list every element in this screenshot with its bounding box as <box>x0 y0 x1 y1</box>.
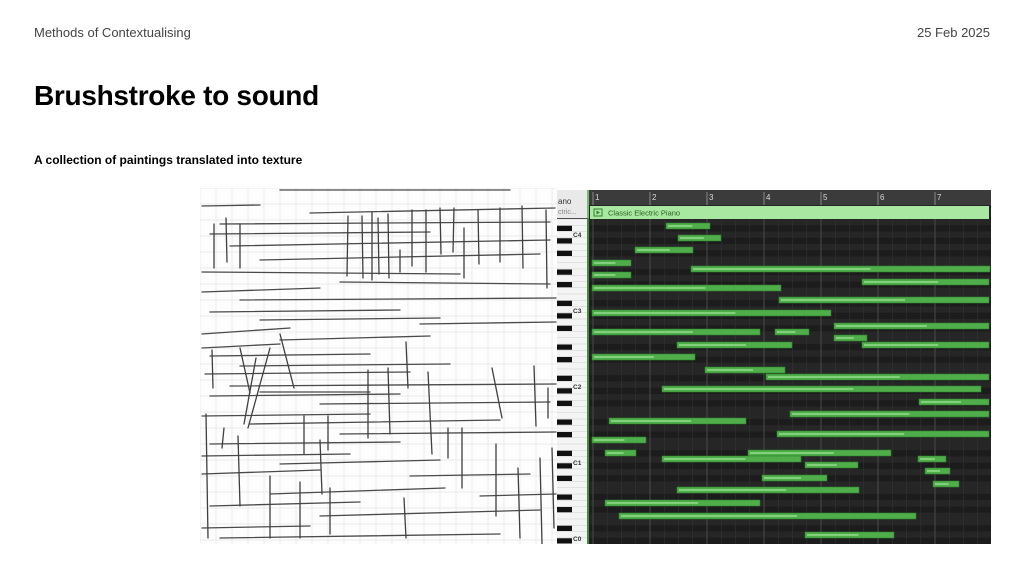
slide-header-date: 25 Feb 2025 <box>916 25 990 40</box>
bar-number-label: 5 <box>823 193 828 202</box>
midi-note[interactable] <box>833 334 868 342</box>
midi-note[interactable] <box>804 461 859 469</box>
midi-note[interactable] <box>677 234 722 242</box>
midi-note[interactable] <box>634 246 694 254</box>
midi-note[interactable] <box>704 366 786 374</box>
black-key[interactable] <box>557 313 572 319</box>
black-key[interactable] <box>557 432 572 438</box>
black-key[interactable] <box>557 388 572 394</box>
bar-number-label: 4 <box>766 193 771 202</box>
slide-title: Brushstroke to sound <box>34 80 319 111</box>
midi-note[interactable] <box>932 480 960 488</box>
midi-note[interactable] <box>776 430 990 438</box>
midi-note[interactable] <box>747 449 892 457</box>
midi-note[interactable] <box>861 341 990 349</box>
midi-note[interactable] <box>789 410 990 418</box>
black-key[interactable] <box>557 463 572 469</box>
midi-note[interactable] <box>918 398 990 406</box>
midi-note[interactable] <box>690 265 991 273</box>
midi-note[interactable] <box>661 385 982 393</box>
midi-note[interactable] <box>861 278 990 286</box>
black-key[interactable] <box>557 507 572 513</box>
bar-number-label: 7 <box>937 193 942 202</box>
black-key[interactable] <box>557 400 572 406</box>
black-key[interactable] <box>557 525 572 531</box>
slide-header-course: Methods of Contextualising <box>34 25 191 40</box>
track-name-label: ano <box>558 197 572 206</box>
octave-label: C4 <box>573 232 582 239</box>
octave-label: C1 <box>573 460 582 467</box>
bar-ruler <box>557 190 991 205</box>
midi-note[interactable] <box>591 284 782 292</box>
brushstroke-painting-image <box>200 188 557 544</box>
midi-note[interactable] <box>604 499 761 507</box>
midi-note[interactable] <box>774 328 810 336</box>
black-key[interactable] <box>557 250 572 256</box>
midi-note[interactable] <box>591 353 696 361</box>
midi-note[interactable] <box>591 436 647 444</box>
midi-note[interactable] <box>618 512 917 520</box>
midi-note[interactable] <box>917 455 947 463</box>
midi-note[interactable] <box>765 373 990 381</box>
octave-label: C3 <box>573 308 582 315</box>
slide-subtitle: A collection of paintings translated int… <box>34 153 303 167</box>
midi-note[interactable] <box>676 486 860 494</box>
region-name-label: Classic Electric Piano <box>608 209 680 218</box>
track-subname-label: ctric... <box>558 209 577 216</box>
black-key[interactable] <box>557 300 572 306</box>
black-key[interactable] <box>557 475 572 481</box>
midi-note[interactable] <box>761 474 828 482</box>
midi-note[interactable] <box>665 222 711 230</box>
midi-note[interactable] <box>608 417 747 425</box>
bar-number-label: 2 <box>652 193 657 202</box>
bar-number-label: 3 <box>709 193 714 202</box>
black-key[interactable] <box>557 344 572 350</box>
black-key[interactable] <box>557 375 572 381</box>
octave-label: C0 <box>573 536 582 543</box>
black-key[interactable] <box>557 282 572 288</box>
midi-note[interactable] <box>591 259 632 267</box>
midi-note[interactable] <box>591 271 632 279</box>
midi-note[interactable] <box>591 309 832 317</box>
bar-number-label: 1 <box>595 193 600 202</box>
black-key[interactable] <box>557 357 572 363</box>
black-key[interactable] <box>557 450 572 456</box>
black-key[interactable] <box>557 269 572 275</box>
black-key[interactable] <box>557 538 572 544</box>
midi-note[interactable] <box>833 322 990 330</box>
midi-note[interactable] <box>924 467 951 475</box>
midi-note[interactable] <box>591 328 761 336</box>
midi-note[interactable] <box>676 341 793 349</box>
piano-roll-screenshot: ano ctric... Classic Electric Piano 1 2 3 4… <box>557 190 991 544</box>
midi-note[interactable] <box>661 455 802 463</box>
midi-note[interactable] <box>778 296 990 304</box>
midi-note[interactable] <box>804 531 895 539</box>
black-key[interactable] <box>557 419 572 425</box>
midi-note[interactable] <box>604 449 637 457</box>
black-key[interactable] <box>557 494 572 500</box>
black-key[interactable] <box>557 325 572 331</box>
black-key[interactable] <box>557 225 572 231</box>
bar-number-label: 6 <box>880 193 885 202</box>
octave-label: C2 <box>573 384 582 391</box>
black-key[interactable] <box>557 238 572 244</box>
